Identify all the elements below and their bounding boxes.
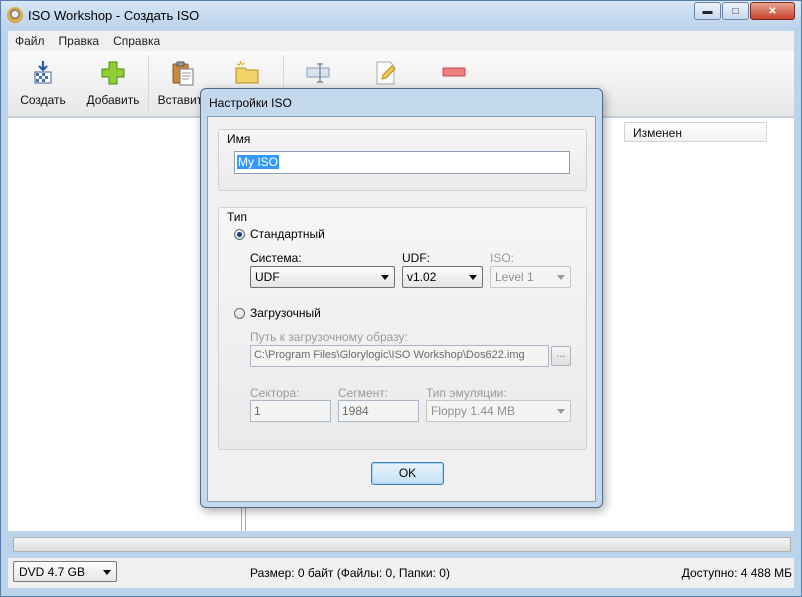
paste-clipboard-icon	[169, 59, 197, 87]
sectors-input[interactable]: 1	[250, 400, 331, 422]
system-select[interactable]: UDF	[250, 266, 395, 288]
emulation-select[interactable]: Floppy 1.44 MB	[426, 400, 571, 422]
dialog-title: Настройки ISO	[209, 96, 292, 110]
maximize-button[interactable]: □	[722, 2, 749, 20]
menu-help[interactable]: Справка	[106, 34, 167, 48]
maximize-icon: □	[732, 5, 739, 17]
browse-button[interactable]: ...	[551, 346, 571, 366]
media-type-value: DVD 4.7 GB	[19, 565, 86, 579]
minimize-button[interactable]: ▬	[694, 2, 721, 20]
sectors-label: Сектора:	[250, 386, 300, 400]
udf-label: UDF:	[402, 251, 430, 265]
close-button[interactable]: ✕	[750, 2, 795, 20]
system-label: Система:	[250, 251, 302, 265]
create-label: Создать	[20, 93, 66, 107]
chevron-down-icon	[103, 570, 111, 575]
rename-pencil-icon	[372, 59, 400, 87]
menu-bar: Файл Правка Справка	[8, 31, 794, 51]
iso-name-value: My ISO	[237, 155, 280, 169]
type-group-label: Тип	[227, 210, 248, 224]
bootable-radio[interactable]	[234, 308, 245, 319]
iso-level-value: Level 1	[495, 270, 534, 284]
bootable-label[interactable]: Загрузочный	[250, 306, 321, 320]
add-button[interactable]: Добавить	[82, 59, 144, 107]
type-group: Тип Стандартный Система: UDF UDF: v1.02 …	[218, 207, 587, 450]
column-header-modified[interactable]: Изменен	[624, 122, 767, 142]
name-group: Имя My ISO	[218, 129, 587, 191]
udf-version-select[interactable]: v1.02	[402, 266, 483, 288]
menu-file[interactable]: Файл	[8, 34, 52, 48]
create-iso-icon	[29, 59, 57, 87]
ok-button[interactable]: OK	[371, 462, 444, 485]
size-info: Размер: 0 байт (Файлы: 0, Папки: 0)	[250, 566, 450, 580]
standard-label[interactable]: Стандартный	[250, 227, 325, 241]
free-space-info: Доступно: 4 488 МБ	[681, 566, 792, 580]
segment-label: Сегмент:	[338, 386, 389, 400]
boot-path-label: Путь к загрузочному образу:	[250, 330, 408, 344]
add-label: Добавить	[86, 93, 140, 107]
new-folder-icon	[233, 59, 261, 87]
properties-icon	[304, 59, 332, 87]
chevron-down-icon	[557, 275, 565, 280]
emulation-label: Тип эмуляции:	[426, 386, 507, 400]
minimize-icon: ▬	[702, 5, 713, 17]
window-title: ISO Workshop - Создать ISO	[28, 8, 200, 23]
toolbar-separator	[148, 55, 149, 113]
menu-edit[interactable]: Правка	[52, 34, 107, 48]
iso-name-input[interactable]: My ISO	[234, 151, 570, 174]
system-value: UDF	[255, 270, 280, 284]
capacity-bar	[13, 537, 791, 552]
name-group-label: Имя	[227, 132, 251, 146]
standard-radio[interactable]	[234, 229, 245, 240]
status-bar: DVD 4.7 GB Размер: 0 байт (Файлы: 0, Пап…	[8, 558, 794, 588]
iso-settings-dialog: Настройки ISO Имя My ISO Тип Стандартный…	[200, 88, 603, 508]
remove-minus-icon	[440, 59, 468, 87]
chevron-down-icon	[381, 275, 389, 280]
emulation-value: Floppy 1.44 MB	[431, 404, 516, 418]
create-button[interactable]: Создать	[18, 59, 68, 107]
title-bar[interactable]: ISO Workshop - Создать ISO ▬ □ ✕	[1, 1, 801, 29]
chevron-down-icon	[557, 409, 565, 414]
close-icon: ✕	[768, 5, 777, 17]
segment-input[interactable]: 1984	[338, 400, 419, 422]
app-disc-icon	[7, 7, 23, 23]
chevron-down-icon	[469, 275, 477, 280]
udf-value: v1.02	[407, 270, 437, 284]
iso-level-select[interactable]: Level 1	[490, 266, 571, 288]
iso-level-label: ISO:	[490, 251, 515, 265]
dialog-body: Имя My ISO Тип Стандартный Система: UDF …	[207, 116, 596, 502]
media-type-select[interactable]: DVD 4.7 GB	[13, 561, 117, 582]
add-plus-icon	[99, 59, 127, 87]
boot-path-input[interactable]: C:\Program Files\Glorylogic\ISO Workshop…	[250, 345, 549, 367]
